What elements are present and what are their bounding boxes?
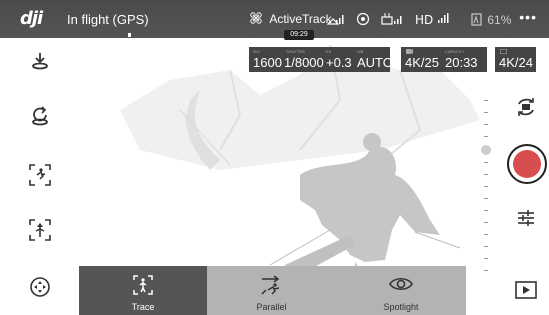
flight-status-marker bbox=[128, 33, 131, 37]
hd-label: HD bbox=[415, 13, 434, 27]
video-resolution: 4K/25 bbox=[405, 55, 439, 70]
playback-button[interactable] bbox=[512, 280, 540, 308]
flight-status[interactable]: In flight (GPS) bbox=[67, 12, 149, 27]
record-indicator bbox=[513, 150, 541, 178]
navigation-button[interactable] bbox=[26, 276, 54, 304]
activetrack-button[interactable] bbox=[26, 163, 54, 191]
parallel-icon bbox=[207, 274, 336, 301]
recording-params-box[interactable]: 4K/25 CAPACITY 20:33 bbox=[401, 47, 487, 72]
return-home-icon bbox=[32, 106, 48, 126]
playback-icon bbox=[515, 281, 537, 299]
shutter-label: SHUTTER bbox=[286, 49, 305, 54]
navigation-icon bbox=[30, 277, 50, 297]
tapfly-button[interactable] bbox=[26, 218, 54, 246]
iso-value: 1600 bbox=[253, 55, 282, 70]
camera-switch-icon bbox=[518, 98, 534, 116]
record-button[interactable] bbox=[507, 144, 547, 184]
video-icon bbox=[406, 49, 413, 54]
battery-icon bbox=[471, 13, 482, 26]
more-menu-button[interactable]: ••• bbox=[519, 9, 537, 25]
wb-label: WB bbox=[357, 49, 364, 54]
satellite-icon bbox=[326, 12, 346, 29]
activetrack-mode[interactable]: ActiveTrack bbox=[250, 12, 332, 26]
battery-indicator[interactable]: 61% bbox=[470, 12, 511, 27]
camera-switch-button[interactable] bbox=[512, 96, 540, 124]
battery-percent: 61% bbox=[487, 13, 512, 27]
top-status-bar: dji In flight (GPS) ActiveTrack 09:29 HD… bbox=[0, 0, 549, 40]
tracking-icon bbox=[29, 164, 51, 186]
takeoff-icon bbox=[32, 53, 48, 70]
capacity-label: CAPACITY bbox=[445, 49, 465, 54]
spotlight-label: Spotlight bbox=[383, 302, 419, 312]
propeller-icon bbox=[250, 12, 262, 24]
camera-params-box[interactable]: ISO 1600 SHUTTER 1/8000 EV +0.3 WB AUTO bbox=[249, 47, 393, 72]
trace-mode-button[interactable]: Trace bbox=[79, 266, 207, 315]
hd-signal: HD bbox=[415, 12, 451, 27]
spotlight-mode-button[interactable]: Spotlight bbox=[336, 266, 466, 315]
brand-logo: dji bbox=[20, 8, 43, 29]
photo-format-icon bbox=[500, 49, 507, 54]
remote-signal-icon bbox=[381, 12, 405, 29]
iso-label: ISO bbox=[253, 49, 260, 54]
camera-settings-button[interactable] bbox=[512, 208, 540, 236]
parallel-label: Parallel bbox=[256, 302, 287, 312]
takeoff-button[interactable] bbox=[26, 50, 54, 78]
trace-icon bbox=[79, 274, 207, 301]
photo-params-box[interactable]: 4K/24 bbox=[495, 47, 536, 72]
return-home-button[interactable] bbox=[26, 105, 54, 133]
photo-resolution: 4K/24 bbox=[499, 55, 533, 70]
trace-label: Trace bbox=[131, 302, 155, 312]
ev-label: EV bbox=[326, 49, 332, 54]
hd-signal-icon bbox=[438, 13, 449, 23]
wb-value: AUTO bbox=[357, 55, 393, 70]
ev-value: +0.3 bbox=[326, 55, 352, 70]
gimbal-slider-handle[interactable] bbox=[481, 145, 491, 155]
capacity-value: 20:33 bbox=[445, 55, 478, 70]
tap-fly-icon bbox=[29, 219, 51, 241]
shutter-value: 1/8000 bbox=[284, 55, 324, 70]
spotlight-icon bbox=[336, 274, 466, 299]
obstacle-icon bbox=[356, 12, 370, 29]
activetrack-label: ActiveTrack bbox=[269, 12, 332, 26]
gimbal-slider[interactable] bbox=[481, 100, 491, 271]
parallel-mode-button[interactable]: Parallel bbox=[207, 266, 336, 315]
activetrack-mode-selector: Trace Parallel Spotlight bbox=[79, 266, 466, 315]
settings-sliders-icon bbox=[518, 210, 534, 226]
flight-timer: 09:29 bbox=[284, 30, 314, 40]
